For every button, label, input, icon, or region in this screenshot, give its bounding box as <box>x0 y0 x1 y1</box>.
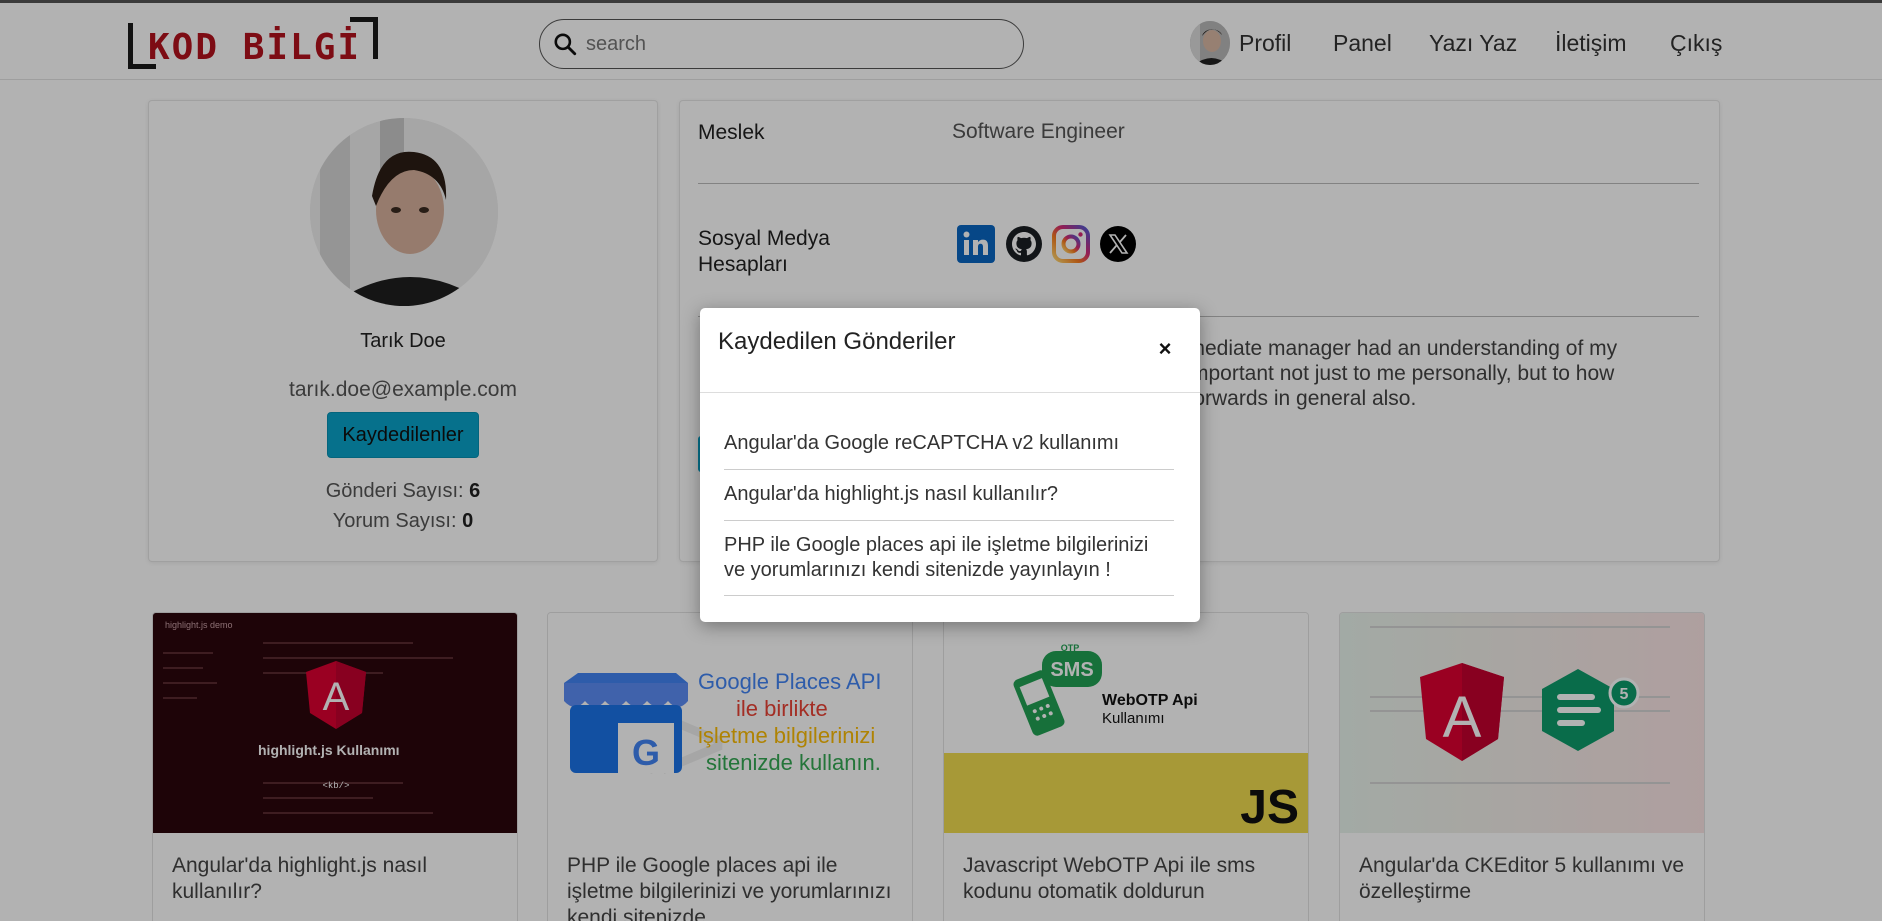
saved-post-item[interactable]: Angular'da highlight.js nasıl kullanılır… <box>724 482 1174 521</box>
saved-post-item[interactable]: PHP ile Google places api ile işletme bi… <box>724 533 1174 596</box>
saved-post-item[interactable]: Angular'da Google reCAPTCHA v2 kullanımı <box>724 431 1174 470</box>
modal-header: Kaydedilen Gönderiler × <box>700 308 1200 393</box>
modal-title: Kaydedilen Gönderiler <box>718 328 956 355</box>
saved-posts-modal: Kaydedilen Gönderiler × Angular'da Googl… <box>700 308 1200 622</box>
close-icon[interactable]: × <box>1150 334 1180 364</box>
